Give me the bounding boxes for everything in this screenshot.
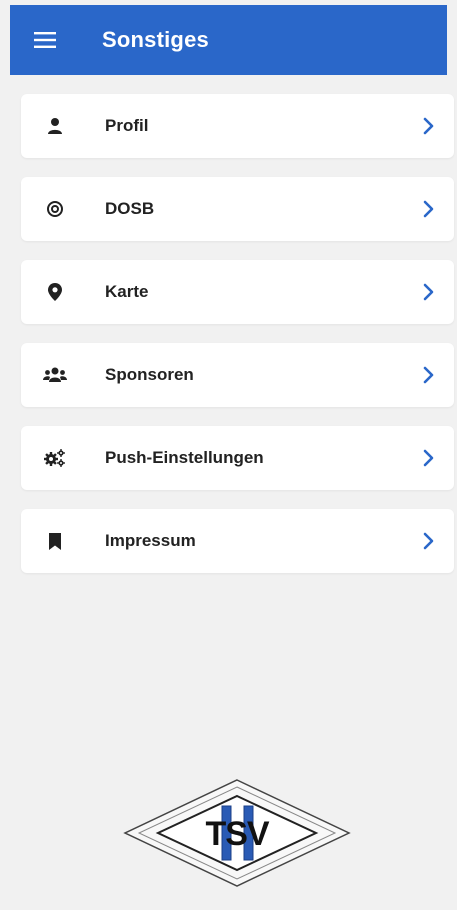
menu-item-profil[interactable]: Profil — [21, 94, 454, 158]
cogs-icon — [41, 444, 69, 472]
menu-list: Profil DOSB Karte Sponsoren Push-Einstel… — [21, 94, 454, 592]
target-icon — [41, 195, 69, 223]
menu-item-label: Sponsoren — [105, 365, 194, 384]
chevron-right-icon — [423, 366, 434, 384]
chevron-right-icon — [423, 117, 434, 135]
logo-text: TSV — [205, 815, 269, 853]
menu-item-label: Push-Einstellungen — [105, 448, 264, 467]
users-icon — [41, 361, 69, 389]
page-title: Sonstiges — [102, 27, 209, 52]
app-bar: Sonstiges — [10, 5, 447, 75]
menu-item-karte[interactable]: Karte — [21, 260, 454, 324]
menu-button[interactable] — [10, 5, 80, 75]
menu-icon — [34, 32, 56, 48]
chevron-right-icon — [423, 532, 434, 550]
user-icon — [41, 112, 69, 140]
menu-item-sponsoren[interactable]: Sponsoren — [21, 343, 454, 407]
menu-item-label: DOSB — [105, 199, 155, 218]
menu-item-label: Impressum — [105, 531, 196, 550]
menu-item-dosb[interactable]: DOSB — [21, 177, 454, 241]
chevron-right-icon — [423, 283, 434, 301]
bookmark-icon — [41, 527, 69, 555]
tsv-logo: TSV — [123, 779, 351, 887]
chevron-right-icon — [423, 200, 434, 218]
map-marker-icon — [41, 278, 69, 306]
menu-item-impressum[interactable]: Impressum — [21, 509, 454, 573]
menu-item-label: Karte — [105, 282, 149, 301]
menu-item-push-einstellungen[interactable]: Push-Einstellungen — [21, 426, 454, 490]
chevron-right-icon — [423, 449, 434, 467]
menu-item-label: Profil — [105, 116, 149, 135]
